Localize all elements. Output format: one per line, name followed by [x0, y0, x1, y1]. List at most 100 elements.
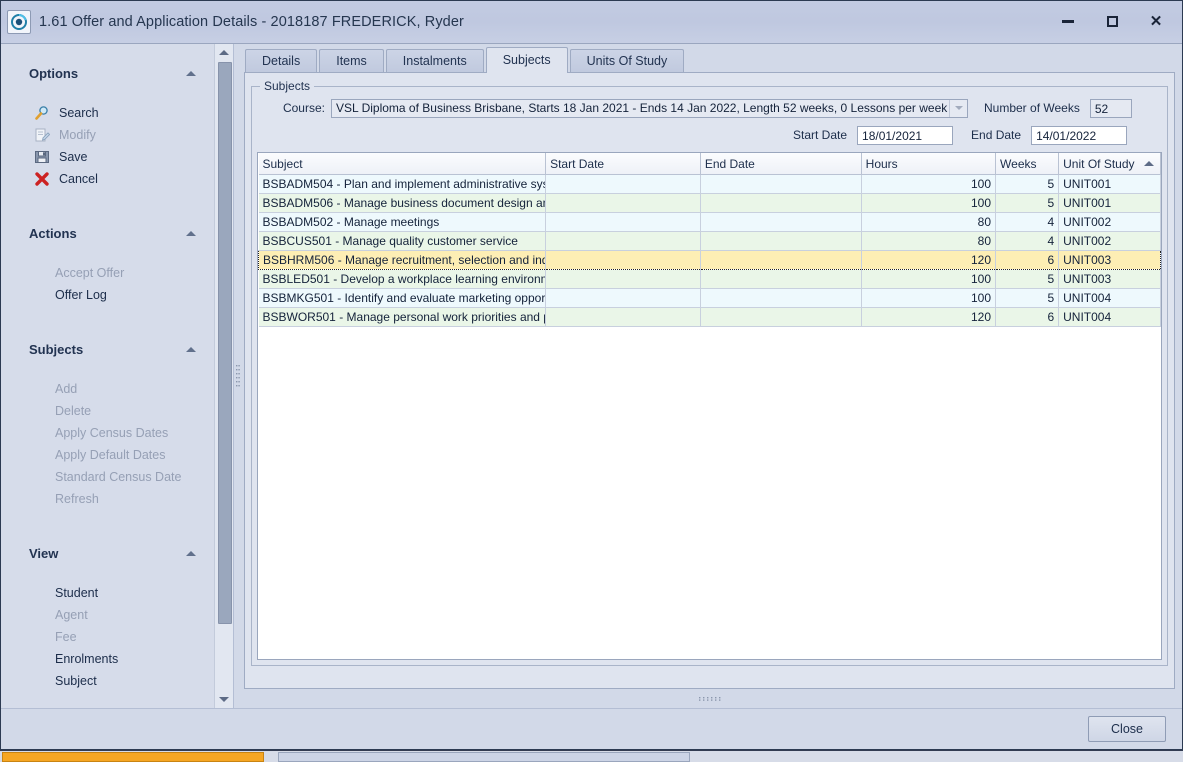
end-date-field[interactable]: 14/01/2022: [1031, 126, 1127, 145]
close-window-button[interactable]: ✕: [1134, 1, 1178, 41]
application-window: 1.61 Offer and Application Details - 201…: [0, 0, 1183, 750]
cell-hours: 100: [861, 270, 995, 289]
sidebar-group-header-actions[interactable]: Actions: [1, 220, 214, 246]
minimize-button[interactable]: [1046, 1, 1090, 41]
sidebar-item-subject[interactable]: Subject: [1, 670, 214, 692]
chevron-up-icon[interactable]: [186, 71, 196, 76]
sidebar-group-header-options[interactable]: Options: [1, 60, 214, 86]
column-header-start-date[interactable]: Start Date: [546, 153, 701, 175]
tab-instalments[interactable]: Instalments: [386, 49, 484, 73]
table-row[interactable]: BSBWOR501 - Manage personal work priorit…: [259, 308, 1161, 327]
cell-end-date: [700, 289, 861, 308]
sidebar-group-header-subjects[interactable]: Subjects: [1, 336, 214, 362]
cell-weeks: 6: [996, 308, 1059, 327]
vertical-splitter[interactable]: [234, 44, 242, 708]
title-bar: 1.61 Offer and Application Details - 201…: [1, 1, 1182, 44]
sidebar-item-label: Modify: [59, 128, 96, 142]
cell-unit-of-study: UNIT003: [1059, 270, 1161, 289]
scroll-up-button[interactable]: [216, 44, 233, 61]
column-header-weeks[interactable]: Weeks: [996, 153, 1059, 175]
sidebar-item-label: Search: [59, 106, 99, 120]
sidebar-item-apply-default-dates: Apply Default Dates: [1, 444, 214, 466]
tab-details[interactable]: Details: [245, 49, 317, 73]
number-of-weeks-field[interactable]: 52: [1090, 99, 1132, 118]
save-icon: [33, 148, 51, 166]
tab-items[interactable]: Items: [319, 49, 384, 73]
sidebar-item-student[interactable]: Student: [1, 582, 214, 604]
sidebar-item-cancel[interactable]: Cancel: [1, 168, 214, 190]
course-row: Course: VSL Diploma of Business Brisbane…: [259, 97, 1160, 119]
window-title: 1.61 Offer and Application Details - 201…: [39, 14, 464, 30]
spacer: [1, 86, 214, 102]
window-body: Options Search: [1, 44, 1182, 708]
tab-units-of-study[interactable]: Units Of Study: [570, 49, 685, 73]
sidebar-item-refresh: Refresh: [1, 488, 214, 510]
start-date-field[interactable]: 18/01/2021: [857, 126, 953, 145]
spacer: [1, 246, 214, 262]
cell-weeks: 5: [996, 194, 1059, 213]
sidebar-item-offer-log[interactable]: Offer Log: [1, 284, 214, 306]
sidebar-group-header-view[interactable]: View: [1, 540, 214, 566]
cell-end-date: [700, 232, 861, 251]
column-header-subject[interactable]: Subject: [259, 153, 546, 175]
sidebar-item-delete: Delete: [1, 400, 214, 422]
cell-weeks: 4: [996, 213, 1059, 232]
table-row[interactable]: BSBADM504 - Plan and implement administr…: [259, 175, 1161, 194]
form-area: Course: VSL Diploma of Business Brisbane…: [257, 93, 1162, 152]
minimize-icon: [1062, 20, 1074, 23]
app-logo-icon: [7, 10, 31, 34]
sidebar-scroll-area: Options Search: [1, 44, 214, 708]
table-row[interactable]: BSBADM506 - Manage business document des…: [259, 194, 1161, 213]
column-header-unit-of-study[interactable]: Unit Of Study: [1059, 153, 1161, 175]
spacer: [1, 514, 214, 540]
modify-icon: [33, 126, 51, 144]
scrollbar-thumb[interactable]: [218, 62, 232, 624]
sidebar-item-accept-offer: Accept Offer: [1, 262, 214, 284]
cell-hours: 120: [861, 251, 995, 270]
cell-start-date: [546, 251, 701, 270]
cell-start-date: [546, 213, 701, 232]
sidebar-item-label: Fee: [55, 630, 77, 644]
spacer: [1, 696, 214, 708]
maximize-icon: [1107, 16, 1118, 27]
table-row[interactable]: BSBCUS501 - Manage quality customer serv…: [259, 232, 1161, 251]
column-header-hours[interactable]: Hours: [861, 153, 995, 175]
taskbar: [0, 750, 1183, 762]
sidebar-group-view: View Student Agent Fee: [1, 540, 214, 692]
sidebar-item-save[interactable]: Save: [1, 146, 214, 168]
table-row[interactable]: BSBLED501 - Develop a workplace learning…: [259, 270, 1161, 289]
scroll-down-button[interactable]: [216, 691, 233, 708]
cell-subject: BSBCUS501 - Manage quality customer serv…: [259, 232, 546, 251]
cell-weeks: 5: [996, 175, 1059, 194]
tab-bar: Details Items Instalments Subjects Units…: [244, 46, 1175, 73]
table-header-row: Subject Start Date End Date Hours Weeks …: [259, 153, 1161, 175]
cell-end-date: [700, 213, 861, 232]
chevron-up-icon[interactable]: [186, 231, 196, 236]
close-button[interactable]: Close: [1088, 716, 1166, 742]
cell-hours: 120: [861, 308, 995, 327]
maximize-button[interactable]: [1090, 1, 1134, 41]
sidebar-item-search[interactable]: Search: [1, 102, 214, 124]
sidebar-item-label: Student: [55, 586, 98, 600]
sidebar-scrollbar[interactable]: [214, 44, 233, 708]
tab-subjects[interactable]: Subjects: [486, 47, 568, 73]
cell-weeks: 5: [996, 270, 1059, 289]
cell-subject: BSBLED501 - Develop a workplace learning…: [259, 270, 546, 289]
sidebar-item-label: Add: [55, 382, 77, 396]
table-row[interactable]: BSBADM502 - Manage meetings 80 4 UNIT002: [259, 213, 1161, 232]
chevron-down-icon[interactable]: [949, 100, 967, 117]
chevron-up-icon[interactable]: [186, 347, 196, 352]
sidebar-item-label: Save: [59, 150, 88, 164]
column-header-end-date[interactable]: End Date: [700, 153, 861, 175]
sidebar-item-label: Standard Census Date: [55, 470, 181, 484]
sidebar-item-enrolments[interactable]: Enrolments: [1, 648, 214, 670]
table-row[interactable]: BSBMKG501 - Identify and evaluate market…: [259, 289, 1161, 308]
close-icon: ✕: [1150, 14, 1163, 29]
table-row-selected[interactable]: BSBHRM506 - Manage recruitment, selectio…: [259, 251, 1161, 270]
course-combobox[interactable]: VSL Diploma of Business Brisbane, Starts…: [331, 99, 968, 118]
chevron-up-icon[interactable]: [186, 551, 196, 556]
horizontal-splitter[interactable]: [244, 690, 1175, 708]
cell-end-date: [700, 270, 861, 289]
subjects-grid[interactable]: Subject Start Date End Date Hours Weeks …: [257, 152, 1162, 660]
sidebar: Options Search: [1, 44, 234, 708]
